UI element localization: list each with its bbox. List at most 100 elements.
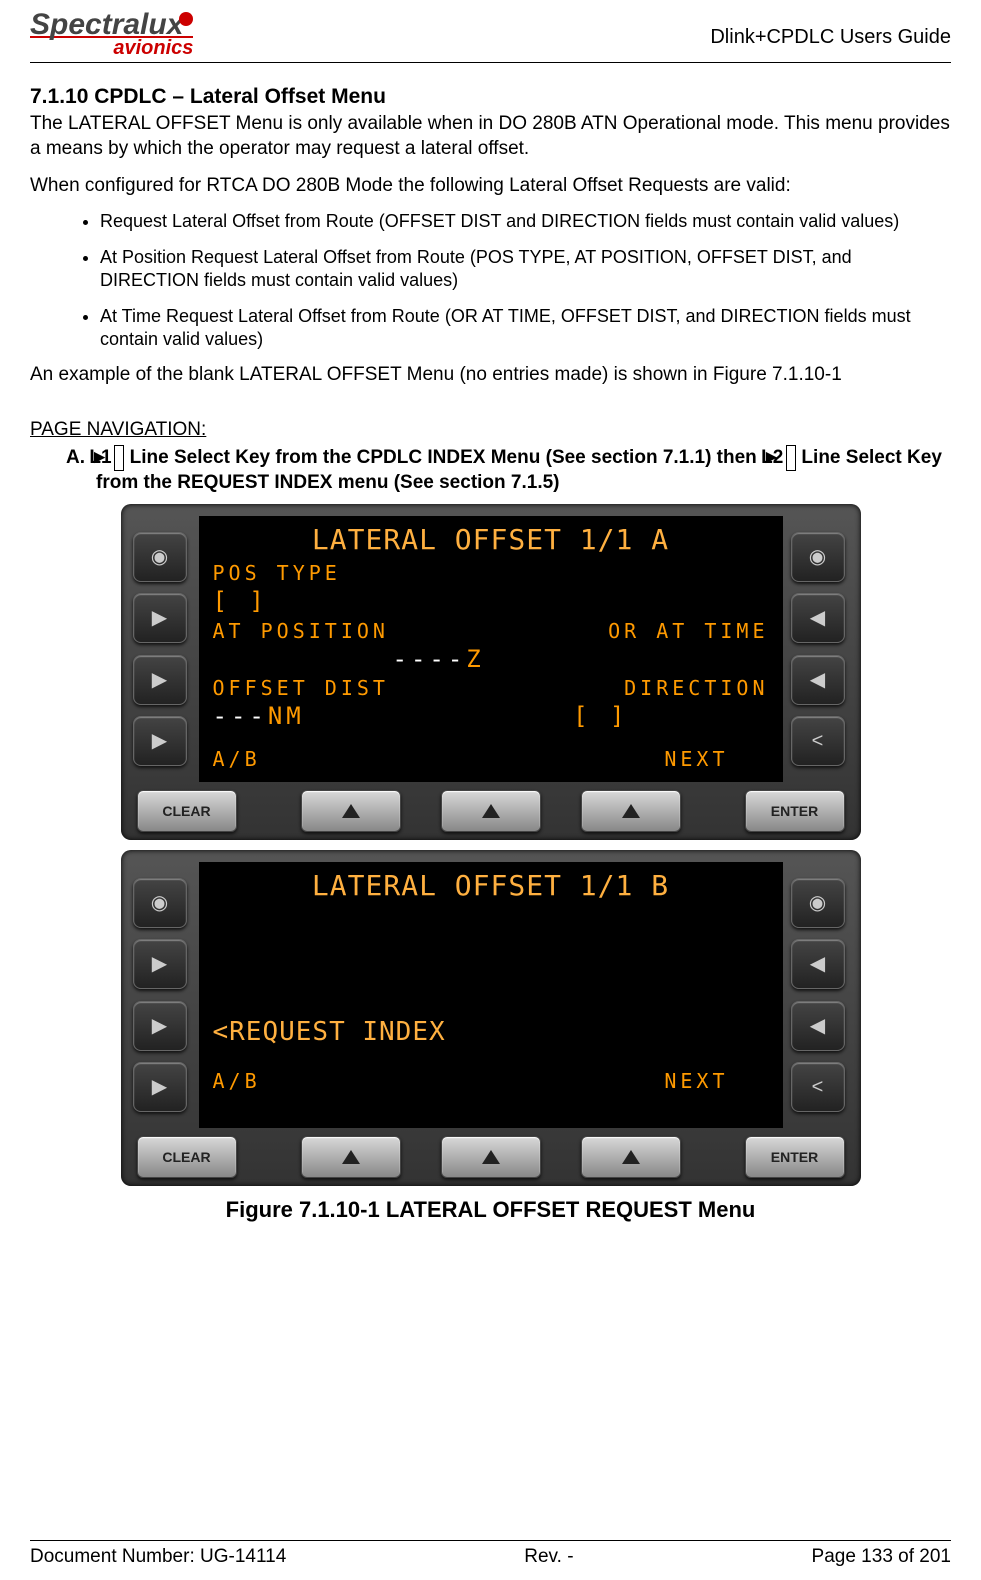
lsk-l4-button[interactable]: ▶ xyxy=(133,1062,187,1112)
page-number: Page 133 of 201 xyxy=(812,1545,951,1570)
left-icon: ◀ xyxy=(810,1013,825,1039)
screen-a: LATERAL OFFSET 1/1 A POS TYPE [ ] AT POS… xyxy=(199,516,783,782)
intro-text: The LATERAL OFFSET Menu is only availabl… xyxy=(30,112,951,161)
doc-number: Document Number: UG-14114 xyxy=(30,1545,286,1570)
key-l1: L1 xyxy=(114,445,124,472)
key-l2: L2 xyxy=(786,445,796,472)
lsk-left-col: ◉ ▶ ▶ ▶ xyxy=(133,516,191,782)
clear-button[interactable]: CLEAR xyxy=(137,790,237,832)
lsk-l3-button[interactable]: ▶ xyxy=(133,655,187,705)
left-icon: ◀ xyxy=(810,951,825,977)
offset-unit: NM xyxy=(268,702,305,730)
section-heading: 7.1.10 CPDLC – Lateral Offset Menu xyxy=(30,83,951,110)
logo-dot-icon xyxy=(179,12,193,26)
play-icon: ▶ xyxy=(152,667,167,693)
screen-title: LATERAL OFFSET 1/1 A xyxy=(213,522,769,558)
logo: Spectralux avionics xyxy=(30,10,193,58)
circle-icon: ◉ xyxy=(151,544,168,570)
or-at-time-label: OR AT TIME xyxy=(608,618,768,644)
arrow-up-button-2[interactable] xyxy=(441,1136,541,1178)
enter-label: ENTER xyxy=(771,1148,818,1166)
offset-dashes: --- xyxy=(213,702,268,730)
arrow-up-button-2[interactable] xyxy=(441,790,541,832)
arrow-up-button-3[interactable] xyxy=(581,790,681,832)
lsk-l1-button[interactable]: ◉ xyxy=(133,532,187,582)
ab-label: A/B xyxy=(213,746,261,772)
lsk-r3-button[interactable]: ◀ xyxy=(791,655,845,705)
request-index-link: <REQUEST INDEX xyxy=(213,1016,769,1050)
pos-type-value: [ ] xyxy=(213,586,769,617)
lsk-r1-button[interactable]: ◉ xyxy=(791,878,845,928)
list-item: At Position Request Lateral Offset from … xyxy=(100,246,951,293)
screen-b: LATERAL OFFSET 1/1 B <REQUEST INDEX A/B … xyxy=(199,862,783,1128)
circle-icon: ◉ xyxy=(809,544,826,570)
bottom-bar-a: CLEAR ENTER xyxy=(133,782,849,832)
enter-label: ENTER xyxy=(771,802,818,820)
offset-dist-value: ---NM xyxy=(213,701,305,732)
lsk-l2-button[interactable]: ▶ xyxy=(133,939,187,989)
page-navigation-label: PAGE NAVIGATION: xyxy=(30,418,951,443)
back-icon: < xyxy=(812,1074,824,1100)
list-item: At Time Request Lateral Offset from Rout… xyxy=(100,305,951,352)
arrow-up-button-1[interactable] xyxy=(301,790,401,832)
offset-dist-label: OFFSET DIST xyxy=(213,675,389,701)
nav-step-a: A. ► L1 Line Select Key from the CPDLC I… xyxy=(66,445,951,496)
arrow-up-icon xyxy=(622,804,640,818)
left-icon: ◀ xyxy=(810,667,825,693)
clear-button[interactable]: CLEAR xyxy=(137,1136,237,1178)
lsk-r4-button[interactable]: < xyxy=(791,1062,845,1112)
lsk-r2-button[interactable]: ◀ xyxy=(791,939,845,989)
lsk-left-col: ◉ ▶ ▶ ▶ xyxy=(133,862,191,1128)
direction-value: [ ] xyxy=(573,701,628,732)
example-text: An example of the blank LATERAL OFFSET M… xyxy=(30,363,951,388)
lsk-r2-button[interactable]: ◀ xyxy=(791,593,845,643)
pos-type-label: POS TYPE xyxy=(213,560,769,586)
page-header: Spectralux avionics Dlink+CPDLC Users Gu… xyxy=(30,10,951,63)
doc-title: Dlink+CPDLC Users Guide xyxy=(710,24,951,50)
lsk-l1-button[interactable]: ◉ xyxy=(133,878,187,928)
clear-label: CLEAR xyxy=(162,802,210,820)
logo-text: Spectralux xyxy=(30,8,183,41)
arrow-up-icon xyxy=(622,1150,640,1164)
arrow-up-button-1[interactable] xyxy=(301,1136,401,1178)
back-icon: < xyxy=(812,728,824,754)
direction-label: DIRECTION xyxy=(624,675,768,701)
time-suffix: Z xyxy=(466,645,484,673)
bottom-bar-b: CLEAR ENTER xyxy=(133,1128,849,1178)
play-icon: ▶ xyxy=(152,1074,167,1100)
revision: Rev. - xyxy=(524,1545,573,1570)
lsk-right-col: ◉ ◀ ◀ < xyxy=(791,516,849,782)
lsk-l2-button[interactable]: ▶ xyxy=(133,593,187,643)
cdu-panel-a: ◉ ▶ ▶ ▶ LATERAL OFFSET 1/1 A POS TYPE [ … xyxy=(121,504,861,840)
play-icon: ▶ xyxy=(152,951,167,977)
arrow-up-icon xyxy=(482,804,500,818)
play-icon: ▶ xyxy=(152,728,167,754)
arrow-up-button-3[interactable] xyxy=(581,1136,681,1178)
enter-button[interactable]: ENTER xyxy=(745,1136,845,1178)
play-icon: ▶ xyxy=(152,605,167,631)
next-label: NEXT xyxy=(664,1068,728,1094)
ab-label: A/B xyxy=(213,1068,261,1094)
cdu-panel-b: ◉ ▶ ▶ ▶ LATERAL OFFSET 1/1 B <REQUEST IN… xyxy=(121,850,861,1186)
lsk-l4-button[interactable]: ▶ xyxy=(133,716,187,766)
next-label: NEXT xyxy=(664,746,728,772)
enter-button[interactable]: ENTER xyxy=(745,790,845,832)
time-dashes: ---- xyxy=(393,645,467,673)
circle-icon: ◉ xyxy=(809,890,826,916)
at-position-label: AT POSITION xyxy=(213,618,389,644)
arrow-up-icon xyxy=(342,1150,360,1164)
nav-mid1: Line Select Key from the CPDLC INDEX Men… xyxy=(124,447,786,468)
lsk-r3-button[interactable]: ◀ xyxy=(791,1001,845,1051)
arrow-up-icon xyxy=(482,1150,500,1164)
lsk-right-col: ◉ ◀ ◀ < xyxy=(791,862,849,1128)
time-value: ----Z xyxy=(393,644,485,675)
clear-label: CLEAR xyxy=(162,1148,210,1166)
figure-caption: Figure 7.1.10-1 LATERAL OFFSET REQUEST M… xyxy=(30,1196,951,1225)
play-icon: ▶ xyxy=(152,1013,167,1039)
lsk-r4-button[interactable]: < xyxy=(791,716,845,766)
lsk-r1-button[interactable]: ◉ xyxy=(791,532,845,582)
list-item: Request Lateral Offset from Route (OFFSE… xyxy=(100,210,951,233)
circle-icon: ◉ xyxy=(151,890,168,916)
lsk-l3-button[interactable]: ▶ xyxy=(133,1001,187,1051)
config-text: When configured for RTCA DO 280B Mode th… xyxy=(30,174,951,199)
